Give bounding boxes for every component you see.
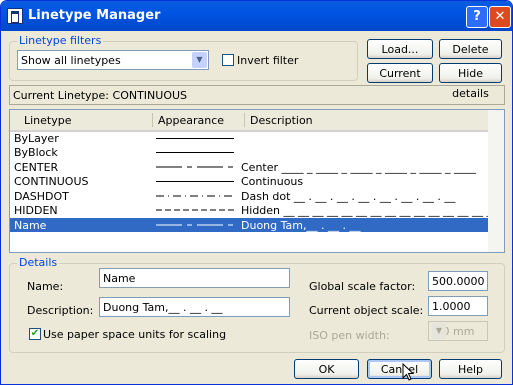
chevron-down-icon[interactable]: ▼ <box>192 52 207 68</box>
appearance-sample <box>156 209 234 211</box>
col-appearance[interactable]: Appearance <box>158 114 224 127</box>
current-linetype-bar: Current Linetype: CONTINUOUS <box>9 85 505 105</box>
close-icon[interactable]: ✕ <box>489 6 511 28</box>
linetype-name: HIDDEN <box>14 204 58 217</box>
list-item[interactable]: DASHDOT Dash dot __ . __ . __ . __ . __ … <box>10 189 488 203</box>
cancel-button[interactable]: Cancel <box>367 359 432 379</box>
linetype-manager-dialog: Linetype Manager ? ✕ Linetype filters Sh… <box>0 0 513 385</box>
linetype-filter-select[interactable]: Show all linetypes ▼ <box>17 50 209 70</box>
linetype-name: ByLayer <box>14 132 59 145</box>
global-scale-label: Global scale factor: <box>309 280 416 293</box>
list-header: Linetype Appearance Description <box>10 110 504 132</box>
linetype-name: ByBlock <box>14 146 58 159</box>
list-scrollbar[interactable] <box>488 110 504 252</box>
load-button[interactable]: Load... <box>367 39 433 59</box>
list-item[interactable]: ByLayer <box>10 131 488 145</box>
name-field[interactable]: Name <box>99 268 290 288</box>
app-icon <box>7 8 23 24</box>
linetype-description: Duong Tam,__ . __ . __ <box>241 219 361 232</box>
appearance-sample <box>156 224 234 226</box>
list-item[interactable]: CONTINUOUS Continuous <box>10 174 488 188</box>
invert-filter-label[interactable]: Invert filter <box>237 54 298 67</box>
list-item[interactable]: CENTER Center ____ _ ____ _ ____ _ ____ … <box>10 160 488 174</box>
list-item-selected[interactable]: Name Duong Tam,__ . __ . __ <box>10 218 488 232</box>
linetype-name: CENTER <box>14 161 59 174</box>
linetype-name: Name <box>14 219 47 232</box>
list-item[interactable]: HIDDEN Hidden __ __ __ __ __ __ __ __ __… <box>10 203 497 217</box>
linetype-description: Center ____ _ ____ _ ____ _ ____ _ ____ … <box>241 161 476 174</box>
appearance-sample <box>156 181 234 182</box>
name-label: Name: <box>27 280 64 293</box>
global-scale-field[interactable]: 500.0000 <box>428 271 488 291</box>
chevron-down-icon: ▼ <box>432 323 446 339</box>
appearance-sample <box>156 138 234 139</box>
paper-space-label[interactable]: Use paper space units for scaling <box>43 328 226 341</box>
delete-button[interactable]: Delete <box>439 39 502 59</box>
filter-selected-value: Show all linetypes <box>21 54 121 67</box>
linetype-description: Hidden __ __ __ __ __ __ __ __ __ __ __ … <box>241 204 498 217</box>
current-linetype-text: Current Linetype: CONTINUOUS <box>13 89 188 102</box>
iso-pen-label: ISO pen width: <box>309 329 390 342</box>
linetype-description: Continuous <box>241 175 304 188</box>
linetype-name: CONTINUOUS <box>14 175 89 188</box>
help-button[interactable]: Help <box>439 359 502 379</box>
invert-filter-checkbox[interactable] <box>222 54 234 66</box>
col-linetype[interactable]: Linetype <box>24 114 72 127</box>
list-item[interactable]: ByBlock <box>10 145 488 159</box>
window-title: Linetype Manager <box>28 8 161 23</box>
object-scale-label: Current object scale: <box>309 304 424 317</box>
col-description[interactable]: Description <box>250 114 313 127</box>
iso-pen-select: 1.0 mm ▼ <box>428 321 488 341</box>
object-scale-field[interactable]: 1.0000 <box>428 296 488 316</box>
ok-button[interactable]: OK <box>294 359 359 379</box>
title-bar[interactable]: Linetype Manager ? ✕ <box>1 1 512 31</box>
appearance-sample <box>156 166 234 168</box>
paper-space-checkbox[interactable]: ✔ <box>29 328 41 340</box>
description-field[interactable]: Duong Tam,__ . __ . __ <box>99 297 290 317</box>
details-label: Details <box>17 256 60 269</box>
linetype-description: Dash dot __ . __ . __ . __ . __ . __ . _… <box>241 190 456 203</box>
hide-details-button[interactable]: Hide details <box>439 63 502 100</box>
description-label: Description: <box>27 304 94 317</box>
linetype-filters-label: Linetype filters <box>17 34 104 47</box>
linetype-list[interactable]: Linetype Appearance Description ByLayer … <box>9 109 505 253</box>
help-icon[interactable]: ? <box>466 6 488 28</box>
mouse-cursor-icon <box>402 363 414 381</box>
appearance-sample <box>156 195 234 197</box>
appearance-sample <box>156 152 234 153</box>
current-button[interactable]: Current <box>367 63 433 83</box>
linetype-name: DASHDOT <box>14 190 69 203</box>
